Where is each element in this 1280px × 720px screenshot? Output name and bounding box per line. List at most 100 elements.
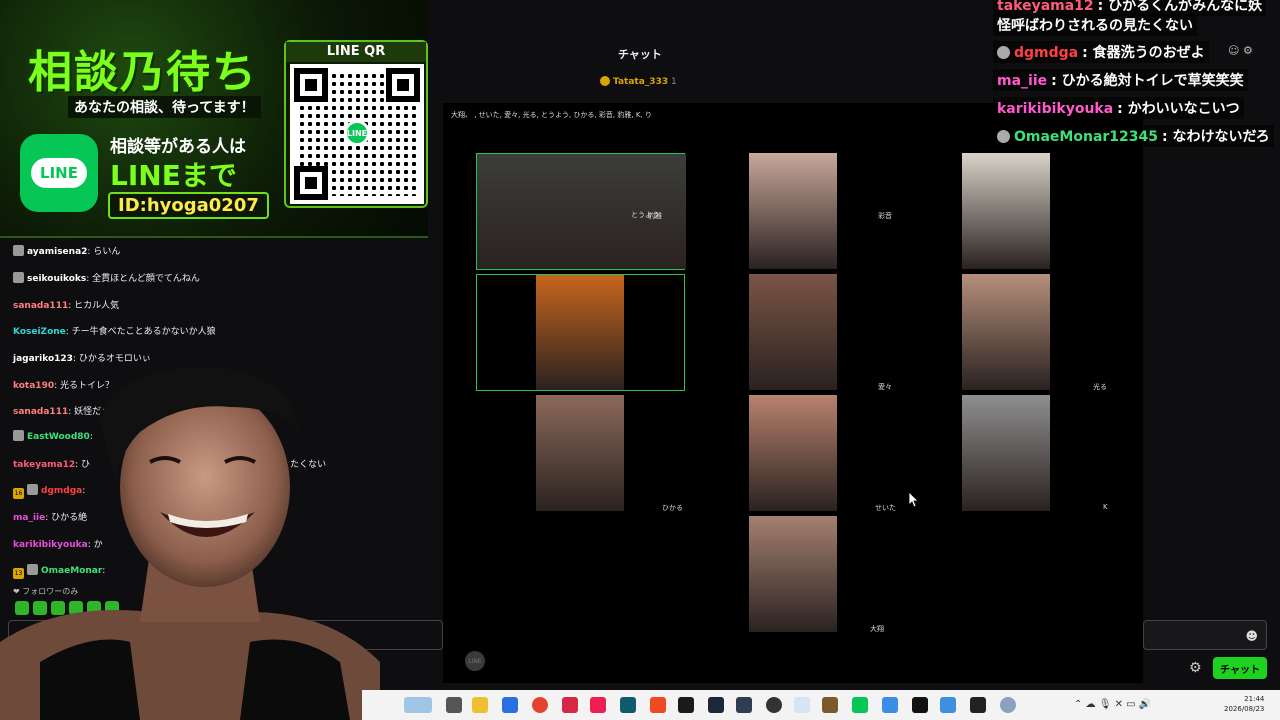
app-icon[interactable] xyxy=(794,697,810,713)
video-tile[interactable] xyxy=(962,274,1050,392)
camera-feed xyxy=(962,274,1050,390)
task-view-icon[interactable] xyxy=(446,697,462,713)
chat-text: チー牛食べたことあるかないか人狼 xyxy=(71,327,216,337)
overlay-comment: OmaeMonar12345: なわけないだろ xyxy=(993,125,1274,147)
qr-label: LINE QR xyxy=(286,42,426,62)
obs-icon[interactable] xyxy=(766,697,782,713)
video-tile[interactable] xyxy=(962,395,1050,513)
qr-line-logo: LINE xyxy=(344,120,370,146)
line-app-icon: LINE xyxy=(20,134,98,212)
app-icon[interactable] xyxy=(736,697,752,713)
line-icon-text: LINE xyxy=(31,158,87,188)
chat-message: seikouikoks: 全貫ほとんど顔でてんねん xyxy=(13,271,200,284)
app-icon[interactable] xyxy=(562,697,578,713)
participant-name: 大翔 xyxy=(870,625,884,633)
camera-feed xyxy=(962,153,1050,269)
overlay-comment: karikibikyouka: かわいいなこいつ xyxy=(993,97,1244,119)
overlay-username: karikibikyouka xyxy=(997,101,1114,117)
line-watermark-icon: LINE xyxy=(465,651,485,671)
chrome-icon[interactable] xyxy=(532,697,548,713)
chat-username[interactable]: KoseiZone xyxy=(13,327,66,337)
app-icon[interactable] xyxy=(620,697,636,713)
windows-taskbar: ⌃ ☁ 🎙 ✕ ▭ 🔊 xyxy=(362,690,1280,720)
banner-line-id: ID:hyoga0207 xyxy=(108,192,269,219)
line-taskbar-icon[interactable] xyxy=(852,697,868,713)
chat-header: チャット xyxy=(618,48,662,61)
qr-finder xyxy=(294,68,328,102)
minecraft-icon[interactable] xyxy=(822,697,838,713)
comment-overlay: takeyama12: ひかるくんがみんなに妖 怪呼ばわりされるの見たくない dgm… xyxy=(993,0,1280,150)
overlay-text: 怪呼ばわりされるの見たくない xyxy=(997,18,1193,34)
app-icon[interactable] xyxy=(678,697,694,713)
chat-input[interactable]: ☻ xyxy=(1143,620,1267,650)
file-explorer-icon[interactable] xyxy=(472,697,488,713)
taskbar-clock[interactable]: 21:44 2026/08/23 xyxy=(1224,694,1264,714)
emoji-icon[interactable]: ☻ xyxy=(1245,629,1258,643)
overlay-comment: 怪呼ばわりされるの見たくない xyxy=(993,14,1197,36)
user-avatar-icon xyxy=(997,46,1010,59)
video-tile[interactable] xyxy=(749,395,837,513)
tiktok-icon[interactable] xyxy=(590,697,606,713)
brave-icon[interactable] xyxy=(650,697,666,713)
chat-send-button[interactable]: チャット xyxy=(1213,657,1267,679)
chat-text: ヒカル人気 xyxy=(74,301,120,311)
chat-username[interactable]: seikouikoks xyxy=(27,274,86,284)
chat-text: 全貫ほとんど顔でてんねん xyxy=(92,274,200,284)
overlay-username: dgmdga xyxy=(1014,45,1079,61)
chat-message: ayamisena2: らいん xyxy=(13,244,120,257)
chat-username[interactable]: sanada111 xyxy=(13,301,68,311)
clock-date: 2026/08/23 xyxy=(1224,705,1265,713)
camera-feed xyxy=(749,395,837,511)
chat-message: sanada111: ヒカル人気 xyxy=(13,301,120,311)
overlay-comment: ma_iie: ひかる絶対トイレで草笑笑笑 xyxy=(993,69,1248,91)
video-tile[interactable] xyxy=(749,153,837,271)
steam-icon[interactable] xyxy=(708,697,724,713)
chat-text: らいん xyxy=(93,247,121,257)
gift-icon xyxy=(600,76,610,86)
system-tray[interactable]: ⌃ ☁ 🎙 ✕ ▭ 🔊 xyxy=(1074,699,1151,710)
settings-icon[interactable] xyxy=(1000,697,1016,713)
app-icon[interactable] xyxy=(882,697,898,713)
overlay-text: なわけないだろ xyxy=(1172,129,1270,145)
app-icon[interactable] xyxy=(940,697,956,713)
participant-name: 光る xyxy=(1093,383,1107,391)
widget-icon[interactable] xyxy=(404,697,432,713)
banner-subtitle: あなたの相談、待ってます！ xyxy=(68,96,261,118)
unreal-icon[interactable] xyxy=(912,697,928,713)
video-tile[interactable] xyxy=(536,395,624,513)
overlay-text: 食器洗うのおぜよ xyxy=(1092,45,1205,61)
banner-line-big: LINEまで xyxy=(110,159,237,192)
overlay-text: かわいいなこいつ xyxy=(1127,101,1240,117)
video-tile[interactable] xyxy=(962,153,1050,271)
app-icon[interactable] xyxy=(502,697,518,713)
gifter-count: 1 xyxy=(670,77,677,87)
qr-code: LINE xyxy=(290,64,424,204)
overlay-comment: dgmdga: 食器洗うのおぜよ xyxy=(993,41,1209,63)
overlay-username: takeyama12 xyxy=(997,0,1094,14)
qr-finder xyxy=(386,68,420,102)
participant-name: 彩音 xyxy=(878,212,892,220)
top-gifter: Tatata_333 1 xyxy=(600,76,677,87)
participant-list: 大翔、 , せいた, 愛々, 光る, とうよう, ひかる, 彩音, 豹雅, K,… xyxy=(451,111,652,119)
line-consult-banner: 相談乃待ち あなたの相談、待ってます！ LINE 相談等がある人は LINEまで… xyxy=(0,0,428,238)
participant-name: ひかる xyxy=(662,504,683,512)
participant-name: 愛々 xyxy=(878,383,892,391)
line-qr-box: LINE QR LINE xyxy=(284,40,428,208)
video-tile[interactable] xyxy=(476,274,685,391)
stream-screen: 相談乃待ち あなたの相談、待ってます！ LINE 相談等がある人は LINEまで… xyxy=(0,0,1280,720)
camera-feed xyxy=(749,274,837,390)
camera-feed xyxy=(536,395,624,511)
video-tile[interactable] xyxy=(749,516,837,634)
chat-message: KoseiZone: チー牛食べたことあるかないか人狼 xyxy=(13,327,216,337)
app-icon[interactable] xyxy=(970,697,986,713)
banner-title: 相談乃待ち xyxy=(28,47,258,98)
camera-feed xyxy=(749,153,837,269)
chat-settings-icons[interactable]: ☺ ⚙ xyxy=(1228,44,1253,57)
mouse-cursor-icon xyxy=(909,492,919,508)
video-tile[interactable] xyxy=(749,274,837,392)
user-avatar-icon xyxy=(13,272,24,283)
clock-time: 21:44 xyxy=(1244,695,1265,703)
gear-icon[interactable]: ⚙ xyxy=(1189,660,1202,676)
overlay-username: OmaeMonar12345 xyxy=(1014,129,1159,145)
chat-username[interactable]: ayamisena2 xyxy=(27,247,87,257)
